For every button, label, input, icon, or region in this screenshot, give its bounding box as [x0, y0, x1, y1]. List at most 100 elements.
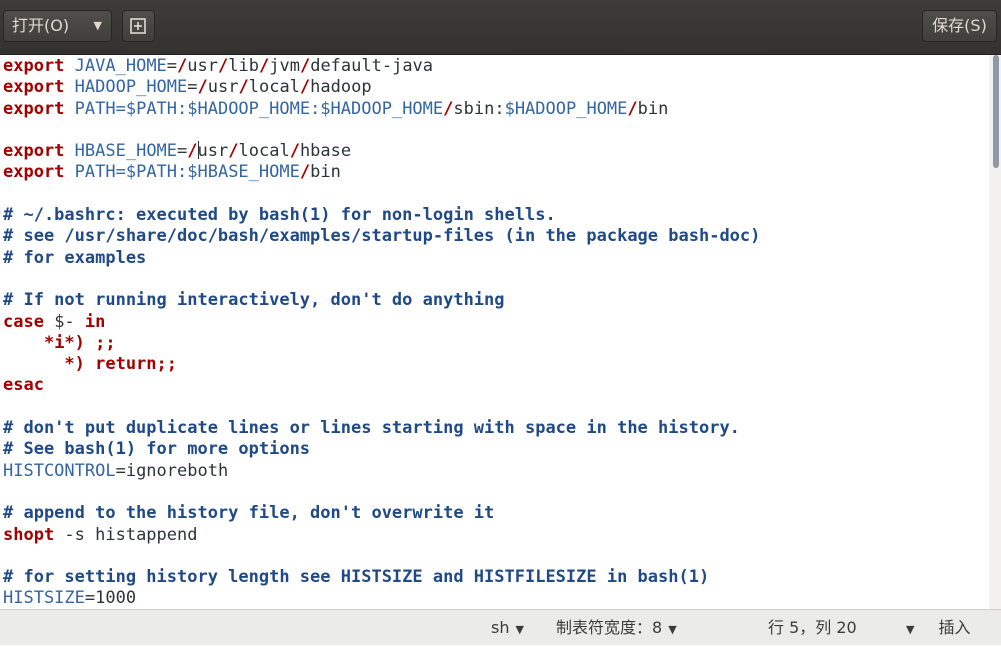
cursor-position-label: 行 5，列 20: [768, 618, 857, 637]
code-line: # see /usr/share/doc/bash/examples/start…: [3, 226, 760, 247]
code-token: =: [177, 141, 188, 162]
code-line: # See bash(1) for more options: [3, 439, 760, 460]
code-token: # append to the history file, don't over…: [3, 503, 495, 524]
code-token: -s histappend: [54, 524, 198, 545]
code-token: =ignoreboth: [115, 460, 229, 481]
code-line: # for examples: [3, 248, 760, 269]
code-line: *i*) ;;: [3, 333, 760, 354]
open-button[interactable]: 打开(O) ▼: [3, 10, 112, 42]
code-token: =: [166, 56, 178, 76]
cursor-position[interactable]: 行 5，列 20: [768, 610, 857, 645]
code-lines: export JAVA_HOME=/usr/lib/jvm/default-ja…: [3, 56, 760, 609]
text-editor[interactable]: export JAVA_HOME=/usr/lib/jvm/default-ja…: [0, 55, 989, 609]
code-line: # If not running interactively, don't do…: [3, 290, 760, 311]
chevron-down-icon: ▼: [515, 623, 524, 636]
code-token: HISTSIZE: [3, 588, 85, 609]
code-line: export PATH=$PATH:$HBASE_HOME/bin: [3, 162, 760, 183]
code-token: # for examples: [3, 247, 147, 268]
code-line: export JAVA_HOME=/usr/lib/jvm/default-ja…: [3, 56, 760, 77]
code-token: /: [187, 141, 198, 162]
code-token: local: [238, 141, 290, 162]
code-token: HBASE_HOME: [74, 141, 178, 162]
open-button-label: 打开(O): [12, 16, 70, 35]
scrollbar-thumb[interactable]: [993, 55, 999, 168]
new-document-icon: [130, 18, 146, 34]
code-token: /: [289, 141, 300, 162]
code-token: export: [3, 162, 65, 183]
code-token: /: [218, 56, 229, 76]
code-token: HADOOP_HOME: [74, 77, 188, 98]
insert-mode-selector[interactable]: ▼ 插入: [906, 610, 970, 647]
language-selector[interactable]: sh ▼: [491, 610, 524, 647]
code-token: /: [299, 56, 311, 76]
vertical-scrollbar[interactable]: [989, 55, 1001, 609]
code-token: JAVA_HOME: [74, 56, 167, 76]
code-token: /: [258, 56, 270, 76]
code-token: PATH=$PATH:$HADOOP_HOME:$HADOOP_HOME: [74, 98, 444, 119]
code-line: export PATH=$PATH:$HADOOP_HOME:$HADOOP_H…: [3, 99, 760, 120]
code-line: case $- in: [3, 312, 760, 333]
code-token: /: [443, 98, 454, 119]
header-bar: 打开(O) ▼ 保存(S): [0, 0, 1001, 55]
save-button[interactable]: 保存(S): [922, 10, 997, 42]
code-token: $HADOOP_HOME: [504, 98, 628, 119]
code-token: shopt: [3, 524, 55, 545]
code-token: # If not running interactively, don't do…: [3, 290, 505, 311]
code-line: # don't put duplicate lines or lines sta…: [3, 418, 760, 439]
code-token: /: [627, 98, 638, 119]
code-token: /: [238, 77, 249, 98]
chevron-down-icon: ▼: [906, 623, 915, 636]
save-button-label: 保存(S): [932, 16, 987, 35]
code-line: shopt -s histappend: [3, 525, 760, 546]
code-line: export HADOOP_HOME=/usr/local/hadoop: [3, 77, 760, 98]
code-token: case: [3, 311, 44, 332]
code-line: # append to the history file, don't over…: [3, 503, 760, 524]
code-token: jvm: [269, 56, 300, 76]
insert-mode-label: 插入: [938, 618, 971, 637]
code-token: export: [3, 56, 65, 76]
code-token: =1000: [84, 588, 137, 609]
language-label: sh: [491, 618, 510, 637]
code-token: # don't put duplicate lines or lines sta…: [3, 418, 740, 439]
code-token: usr: [197, 141, 229, 162]
code-token: default-java: [310, 56, 434, 76]
code-line: HISTCONTROL=ignoreboth: [3, 461, 760, 482]
code-token: # for setting history length see HISTSIZ…: [3, 567, 710, 588]
code-line: # for setting history length see HISTSIZ…: [3, 567, 760, 588]
code-token: $-: [43, 311, 85, 332]
code-token: export: [3, 98, 65, 119]
code-token: /: [299, 77, 311, 98]
code-token: esac: [3, 375, 44, 396]
code-token: =: [187, 77, 198, 98]
code-token: hadoop: [310, 77, 372, 98]
tab-width-selector[interactable]: 制表符宽度：8 ▼: [556, 610, 677, 647]
chevron-down-icon: ▼: [668, 623, 677, 636]
code-line: HISTSIZE=1000: [3, 588, 760, 609]
tab-width-label: 制表符宽度：8: [556, 618, 663, 637]
code-token: /: [299, 162, 311, 183]
new-document-button[interactable]: [122, 10, 155, 42]
code-token: bin: [310, 162, 341, 183]
code-token: hbase: [299, 141, 352, 162]
code-token: /: [228, 141, 239, 162]
code-token: PATH=$PATH:$HBASE_HOME: [74, 162, 300, 183]
code-token: # see /usr/share/doc/bash/examples/start…: [3, 226, 761, 247]
code-line: # ~/.bashrc: executed by bash(1) for non…: [3, 205, 760, 226]
code-line: export HBASE_HOME=/usr/local/hbase: [3, 141, 760, 162]
code-line: *) return;;: [3, 354, 760, 375]
code-token: export: [3, 77, 65, 98]
code-token: sbin:: [453, 98, 505, 119]
code-token: bin: [637, 98, 669, 119]
code-token: # ~/.bashrc: executed by bash(1) for non…: [3, 205, 556, 226]
